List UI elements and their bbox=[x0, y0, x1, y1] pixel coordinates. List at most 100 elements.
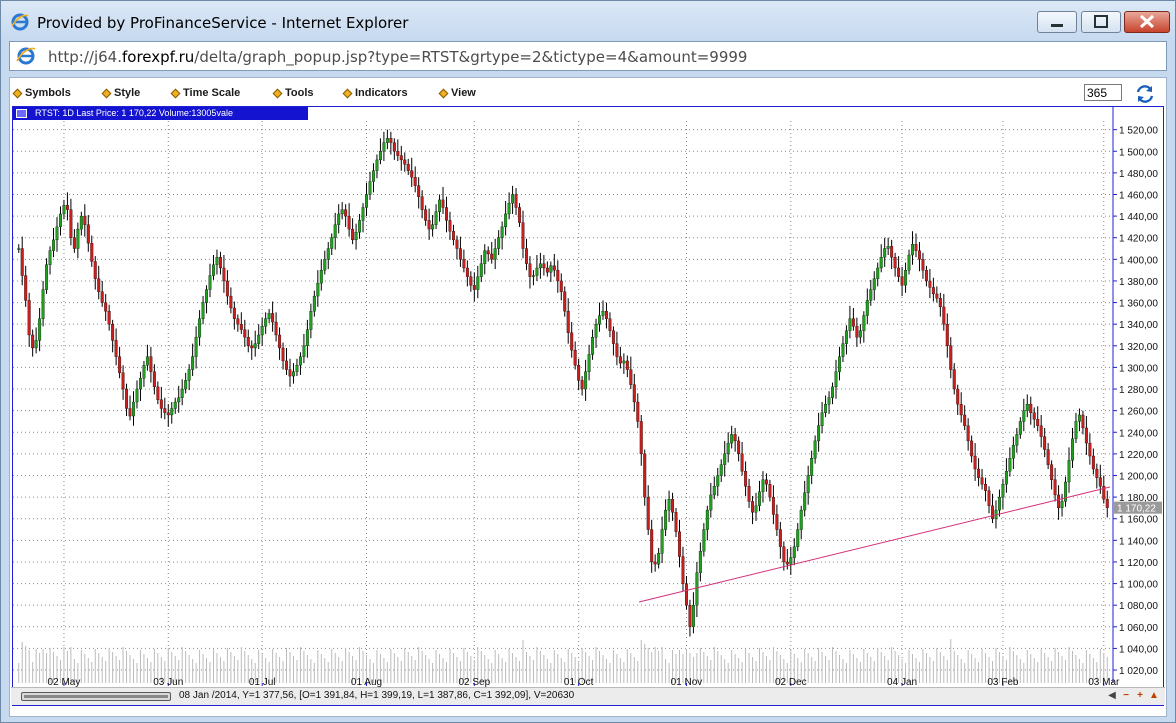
time-scrollbar[interactable] bbox=[21, 692, 171, 701]
refresh-icon[interactable] bbox=[1134, 83, 1156, 105]
candle-body bbox=[344, 209, 348, 217]
candle-body bbox=[500, 226, 504, 238]
scroll-left-icon[interactable]: ◀ bbox=[1107, 691, 1117, 701]
candle-body bbox=[545, 267, 549, 273]
candle-body bbox=[497, 237, 501, 249]
candle-body bbox=[747, 486, 751, 502]
candle-body bbox=[507, 202, 511, 215]
chart-grid bbox=[13, 107, 1114, 683]
candle-body bbox=[100, 291, 104, 303]
candle-body bbox=[657, 553, 661, 565]
y-tick-label: 1 440,00 bbox=[1119, 212, 1158, 223]
candle-body bbox=[52, 239, 55, 251]
candle-body bbox=[118, 356, 122, 373]
candle-body bbox=[900, 276, 904, 286]
candle-body bbox=[93, 261, 97, 279]
address-bar[interactable]: http://j64.forexpf.ru/delta/graph_popup.… bbox=[9, 41, 1167, 71]
title-bar[interactable]: Provided by ProFinanceService - Internet… bbox=[1, 1, 1175, 41]
candle-body bbox=[716, 475, 720, 487]
candle-body bbox=[389, 138, 393, 143]
maximize-button[interactable] bbox=[1081, 11, 1121, 33]
candle-body bbox=[921, 259, 925, 271]
x-tick-label: 01 Nov bbox=[671, 677, 703, 687]
candle-body bbox=[886, 246, 890, 249]
candle-body bbox=[159, 399, 163, 409]
internet-explorer-icon bbox=[11, 13, 29, 31]
candle-body bbox=[639, 421, 643, 455]
candle-body bbox=[702, 529, 706, 552]
candle-body bbox=[375, 159, 379, 171]
menu-style[interactable]: Style bbox=[101, 87, 140, 99]
candle-body bbox=[1018, 421, 1022, 435]
period-input[interactable] bbox=[1084, 84, 1122, 101]
candle-body bbox=[76, 228, 80, 249]
candle-body bbox=[730, 434, 734, 444]
y-tick-label: 1 200,00 bbox=[1119, 471, 1158, 482]
candle-body bbox=[104, 302, 108, 312]
candle-body bbox=[754, 505, 758, 513]
candle-body bbox=[368, 181, 372, 195]
candlestick-chart[interactable]: 1 520,00 1 500,00 1 480,00 1 460,00 1 440,00… bbox=[13, 107, 1163, 687]
candle-body bbox=[441, 199, 445, 208]
candle-body bbox=[865, 300, 869, 316]
candle-body bbox=[848, 318, 852, 331]
candle-body bbox=[333, 224, 337, 238]
candle-body bbox=[514, 194, 518, 208]
candle-body bbox=[1008, 458, 1012, 472]
url-text[interactable]: http://j64.forexpf.ru/delta/graph_popup.… bbox=[48, 48, 747, 66]
cursor-ohlc-readout: 08 Jan /2014, Y=1 377,56, [O=1 391,84, H… bbox=[179, 690, 575, 701]
candle-body bbox=[278, 334, 282, 349]
zoom-out-icon[interactable]: − bbox=[1121, 691, 1131, 701]
candle-body bbox=[396, 151, 400, 156]
menu-time-scale[interactable]: Time Scale bbox=[170, 87, 240, 99]
zoom-in-icon[interactable]: + bbox=[1135, 691, 1145, 701]
menu-indicators[interactable]: Indicators bbox=[342, 87, 408, 99]
candle-body bbox=[48, 250, 52, 265]
close-button[interactable] bbox=[1124, 11, 1170, 33]
candle-body bbox=[653, 561, 657, 565]
candle-body bbox=[458, 248, 462, 260]
candle-body bbox=[486, 250, 490, 255]
candle-body bbox=[782, 546, 786, 563]
chart-panel[interactable]: RTST: 1D Last Price: 1 170,22 Volume:130… bbox=[11, 106, 1165, 706]
menu-tools[interactable]: Tools bbox=[272, 87, 314, 99]
candle-body bbox=[980, 477, 984, 485]
minimize-button[interactable] bbox=[1037, 11, 1077, 33]
menu-view[interactable]: View bbox=[438, 87, 476, 99]
candle-body bbox=[55, 226, 59, 241]
candle-body bbox=[525, 248, 528, 264]
candle-body bbox=[552, 265, 556, 271]
candle-body bbox=[218, 257, 222, 269]
candle-body bbox=[771, 496, 775, 515]
candle-body bbox=[65, 205, 69, 210]
candle-body bbox=[38, 318, 42, 341]
y-tick-label: 1 020,00 bbox=[1119, 666, 1158, 677]
candle-body bbox=[1053, 479, 1057, 496]
candle-body bbox=[121, 372, 125, 390]
candle-body bbox=[977, 468, 981, 478]
candle-body bbox=[542, 263, 546, 269]
y-tick-label: 1 160,00 bbox=[1119, 515, 1158, 526]
candle-body bbox=[869, 289, 873, 301]
candle-body bbox=[615, 343, 619, 357]
candle-body bbox=[535, 267, 539, 276]
menu-diamond-icon bbox=[272, 88, 283, 98]
candle-body bbox=[476, 276, 480, 290]
candle-body bbox=[250, 345, 254, 349]
scroll-up-icon[interactable]: ▲ bbox=[1149, 691, 1159, 701]
candle-body bbox=[1032, 412, 1036, 420]
candle-body bbox=[86, 224, 90, 244]
y-tick-label: 1 340,00 bbox=[1119, 320, 1158, 331]
y-tick-label: 1 300,00 bbox=[1119, 363, 1158, 374]
candle-body bbox=[292, 371, 295, 377]
x-tick-label: 02 May bbox=[48, 677, 81, 687]
candle-body bbox=[194, 337, 198, 357]
candle-body bbox=[952, 369, 956, 390]
candle-body bbox=[1004, 471, 1008, 485]
y-tick-label: 1 460,00 bbox=[1119, 190, 1158, 201]
candle-body bbox=[604, 311, 608, 319]
scrollbar-thumb[interactable] bbox=[24, 695, 168, 698]
candle-body bbox=[347, 215, 351, 230]
menu-symbols[interactable]: Symbols bbox=[12, 87, 71, 99]
candle-body bbox=[758, 491, 761, 506]
